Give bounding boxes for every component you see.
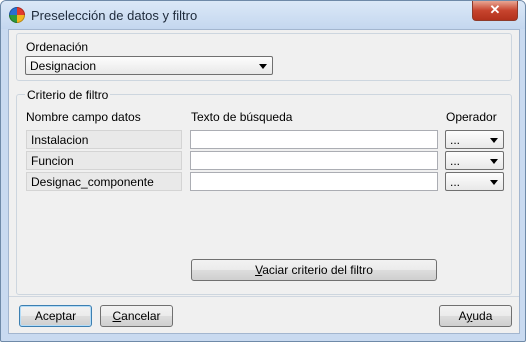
window-title: Preselección de datos y filtro (31, 8, 198, 23)
operator-value: ... (450, 133, 461, 147)
filter-group-label: Criterio de filtro (25, 88, 111, 102)
sort-label: Ordenación (26, 40, 89, 54)
title-bar[interactable]: Preselección de datos y filtro ✕ (1, 1, 525, 29)
dialog-window: Preselección de datos y filtro ✕ Ordenac… (0, 0, 526, 342)
app-icon (9, 7, 25, 23)
chevron-down-icon (259, 64, 267, 69)
column-header-field: Nombre campo datos (26, 110, 141, 124)
close-button[interactable]: ✕ (472, 1, 518, 21)
column-header-search: Texto de búsqueda (191, 110, 293, 124)
operator-dropdown[interactable]: ... (445, 130, 504, 149)
operator-dropdown[interactable]: ... (445, 172, 504, 191)
clear-filter-label: aciar criterio del filtro (262, 263, 373, 277)
filter-field-name: Funcion (26, 151, 182, 170)
accept-button[interactable]: Aceptar (19, 305, 92, 327)
chevron-down-icon (490, 180, 498, 185)
sort-selected-value: Designacion (30, 59, 97, 73)
clear-filter-button[interactable]: Vaciar criterio del filtro (191, 259, 437, 281)
filter-search-input[interactable] (190, 130, 438, 149)
filter-field-name: Instalacion (26, 130, 182, 149)
sort-dropdown[interactable]: Designacion (25, 56, 273, 75)
cancel-mnemonic: C (112, 309, 122, 323)
dialog-client-area: Ordenación Designacion Criterio de filtr… (8, 29, 520, 334)
column-header-operator: Operador (446, 110, 497, 124)
filter-search-input[interactable] (190, 172, 438, 191)
filter-field-label: Funcion (31, 154, 74, 168)
operator-dropdown[interactable]: ... (445, 151, 504, 170)
help-label-end: uda (472, 309, 493, 323)
filter-field-label: Instalacion (31, 133, 89, 147)
cancel-label: ancelar (121, 309, 161, 323)
filter-field-name: Designac_componente (26, 172, 182, 191)
footer-divider (9, 296, 519, 297)
chevron-down-icon (490, 159, 498, 164)
cancel-button[interactable]: Cancelar (100, 305, 173, 327)
filter-field-label: Designac_componente (31, 175, 154, 189)
filter-search-input[interactable] (190, 151, 438, 170)
operator-value: ... (450, 154, 461, 168)
help-button[interactable]: Ayuda (439, 305, 512, 327)
operator-value: ... (450, 175, 461, 189)
chevron-down-icon (490, 138, 498, 143)
